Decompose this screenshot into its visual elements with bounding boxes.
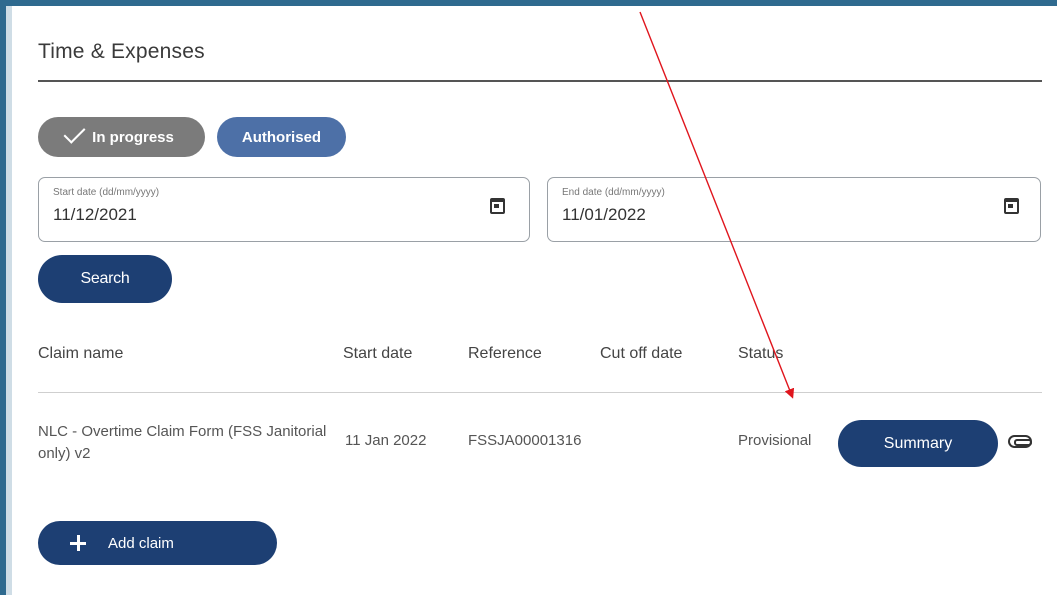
page-title: Time & Expenses: [38, 40, 205, 63]
end-date-input[interactable]: 11/01/2022: [562, 205, 646, 225]
add-claim-button[interactable]: Add claim: [38, 521, 277, 565]
chip-label: In progress: [92, 128, 174, 146]
chip-label: Authorised: [241, 128, 322, 146]
check-icon: [63, 121, 86, 144]
column-header-status: Status: [738, 345, 784, 362]
end-date-field[interactable]: End date (dd/mm/yyyy) 11/01/2022: [547, 177, 1041, 242]
reference-cell: FSSJA00001316: [468, 432, 582, 449]
status-cell: Provisional: [738, 432, 812, 449]
search-button[interactable]: Search: [38, 255, 172, 303]
plus-icon: [70, 535, 86, 551]
summary-button[interactable]: Summary: [838, 420, 998, 467]
title-divider: [38, 80, 1042, 82]
start-date-label: Start date (dd/mm/yyyy): [53, 187, 160, 198]
add-claim-label: Add claim: [108, 534, 174, 552]
window-left-inner-border: [6, 6, 12, 595]
claim-name-cell: NLC - Overtime Claim Form (FSS Janitoria…: [38, 423, 327, 462]
start-date-cell: 11 Jan 2022: [345, 432, 427, 449]
paperclip-icon[interactable]: [1008, 435, 1032, 448]
start-date-input[interactable]: 11/12/2021: [53, 205, 137, 225]
table-header-divider: [38, 392, 1042, 393]
window-top-border: [0, 0, 1057, 6]
calendar-icon[interactable]: [490, 198, 505, 214]
start-date-field[interactable]: Start date (dd/mm/yyyy) 11/12/2021: [38, 177, 530, 242]
end-date-label: End date (dd/mm/yyyy): [562, 187, 665, 198]
column-header-reference: Reference: [468, 345, 542, 362]
calendar-icon[interactable]: [1004, 198, 1019, 214]
column-header-claim-name: Claim name: [38, 345, 124, 362]
column-header-start-date: Start date: [343, 345, 413, 362]
column-header-cut-off-date: Cut off date: [600, 345, 683, 362]
filter-chip-authorised[interactable]: Authorised: [217, 117, 346, 157]
filter-chip-in-progress[interactable]: In progress: [38, 117, 205, 157]
